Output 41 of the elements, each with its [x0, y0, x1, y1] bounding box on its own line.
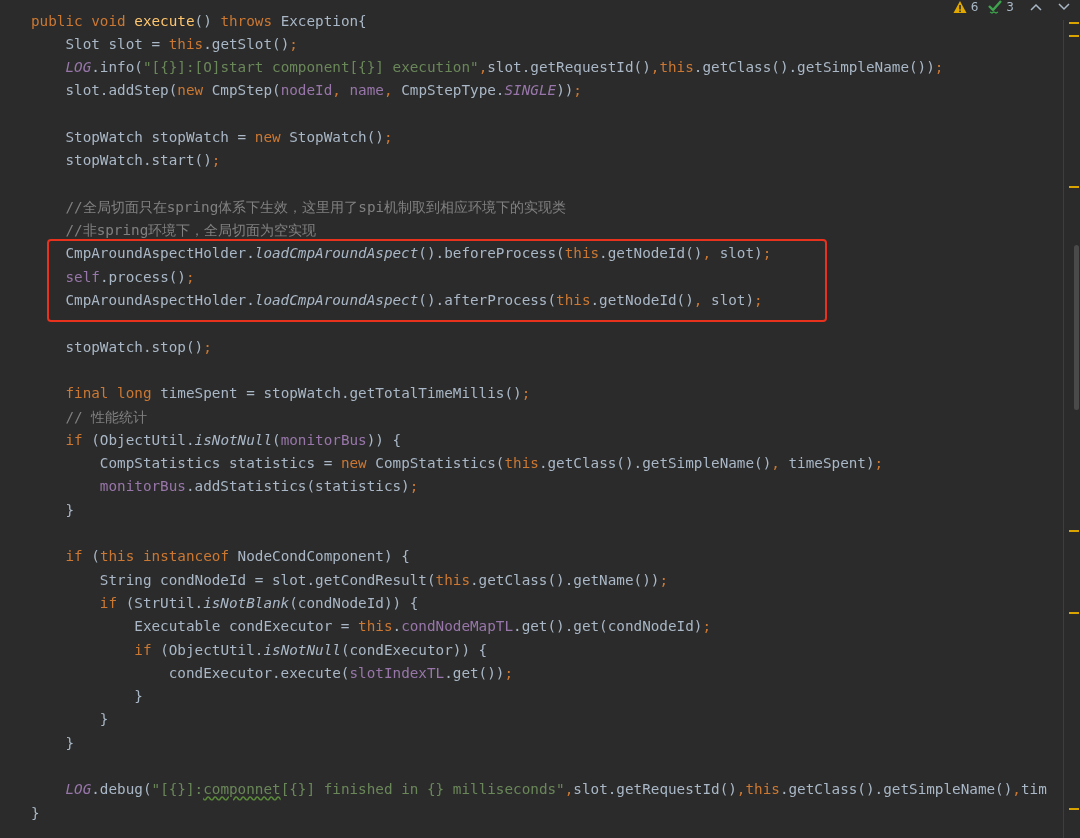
code-line: CmpAroundAspectHolder.loadCmpAroundAspect().beforeProcess(this.getNodeId(), slot);: [64, 244, 772, 264]
code-line: StopWatch stopWatch = new StopWatch();: [64, 128, 393, 147]
code-line: }: [98, 710, 109, 730]
warning-count: 6: [970, 0, 979, 14]
code-line: public void execute() throws Exception{: [31, 11, 367, 31]
check-icon: [988, 0, 1003, 14]
code-line: if (ObjectUtil.isNotNull(monitorBus)) {: [64, 430, 402, 450]
code-line: stopWatch.start();: [64, 151, 221, 171]
error-stripe-mark[interactable]: [1069, 530, 1079, 532]
chevron-down-icon[interactable]: [1058, 3, 1070, 11]
code-line: CompStatistics statistics = new CompStatistics(this.getClass().getSimpleName(), timeSpent);: [98, 454, 884, 474]
code-line: final long timeSpent = stopWatch.getTotalTimeMillis();: [64, 384, 531, 404]
code-line: CmpAroundAspectHolder.loadCmpAroundAspect().afterProcess(this.getNodeId(), slot);: [64, 291, 763, 311]
code-line: if (this instanceof NodeCondComponent) {: [64, 547, 410, 567]
code-line: //非spring环境下，全局切面为空实现: [64, 221, 317, 241]
code-line: LOG.info("[{}]:[O]start component[{}] execution",slot.getRequestId(),this.getClass().getSimpleName());: [64, 58, 944, 78]
chevron-up-icon[interactable]: [1030, 3, 1042, 11]
error-stripe-mark[interactable]: [1069, 612, 1079, 614]
code-line: // 性能统计: [64, 407, 148, 427]
code-line: Executable condExecutor = this.condNodeMapTL.get().get(condNodeId);: [133, 617, 712, 637]
code-line: }: [31, 803, 40, 823]
error-stripe-mark[interactable]: [1069, 22, 1079, 24]
error-stripe-mark[interactable]: [1069, 186, 1079, 188]
code-line: LOG.debug("[{}]:componnet[{}] finished in {} milliseconds",slot.getRequestId(),this.getClass().getSimpleName(),tim: [64, 780, 1047, 800]
error-stripe-mark[interactable]: [1069, 35, 1079, 37]
code-line: slot.addStep(new CmpStep(nodeId, name, CmpStepType.SINGLE));: [64, 81, 582, 101]
code-line: condExecutor.execute(slotIndexTL.get());: [167, 663, 514, 683]
code-line: if (StrUtil.isNotBlank(condNodeId)) {: [98, 593, 419, 613]
code-line: if (ObjectUtil.isNotNull(condExecutor)) {: [133, 640, 488, 660]
code-line: }: [133, 687, 143, 707]
weak-warning-count: 3: [1006, 0, 1014, 14]
code-line: String condNodeId = slot.getCondResult(this.getClass().getName());: [98, 570, 668, 590]
code-line: stopWatch.stop();: [64, 337, 212, 357]
code-line: //全局切面只在spring体系下生效，这里用了spi机制取到相应环境下的实现类: [64, 197, 567, 217]
scrollbar-thumb[interactable]: [1074, 245, 1079, 410]
code-line: }: [64, 500, 75, 520]
code-line: }: [64, 733, 75, 753]
error-stripe-mark[interactable]: [1069, 808, 1079, 810]
code-line: self.process();: [64, 267, 195, 287]
code-line: monitorBus.addStatistics(statistics);: [98, 477, 419, 497]
code-line: Slot slot = this.getSlot();: [64, 34, 298, 54]
